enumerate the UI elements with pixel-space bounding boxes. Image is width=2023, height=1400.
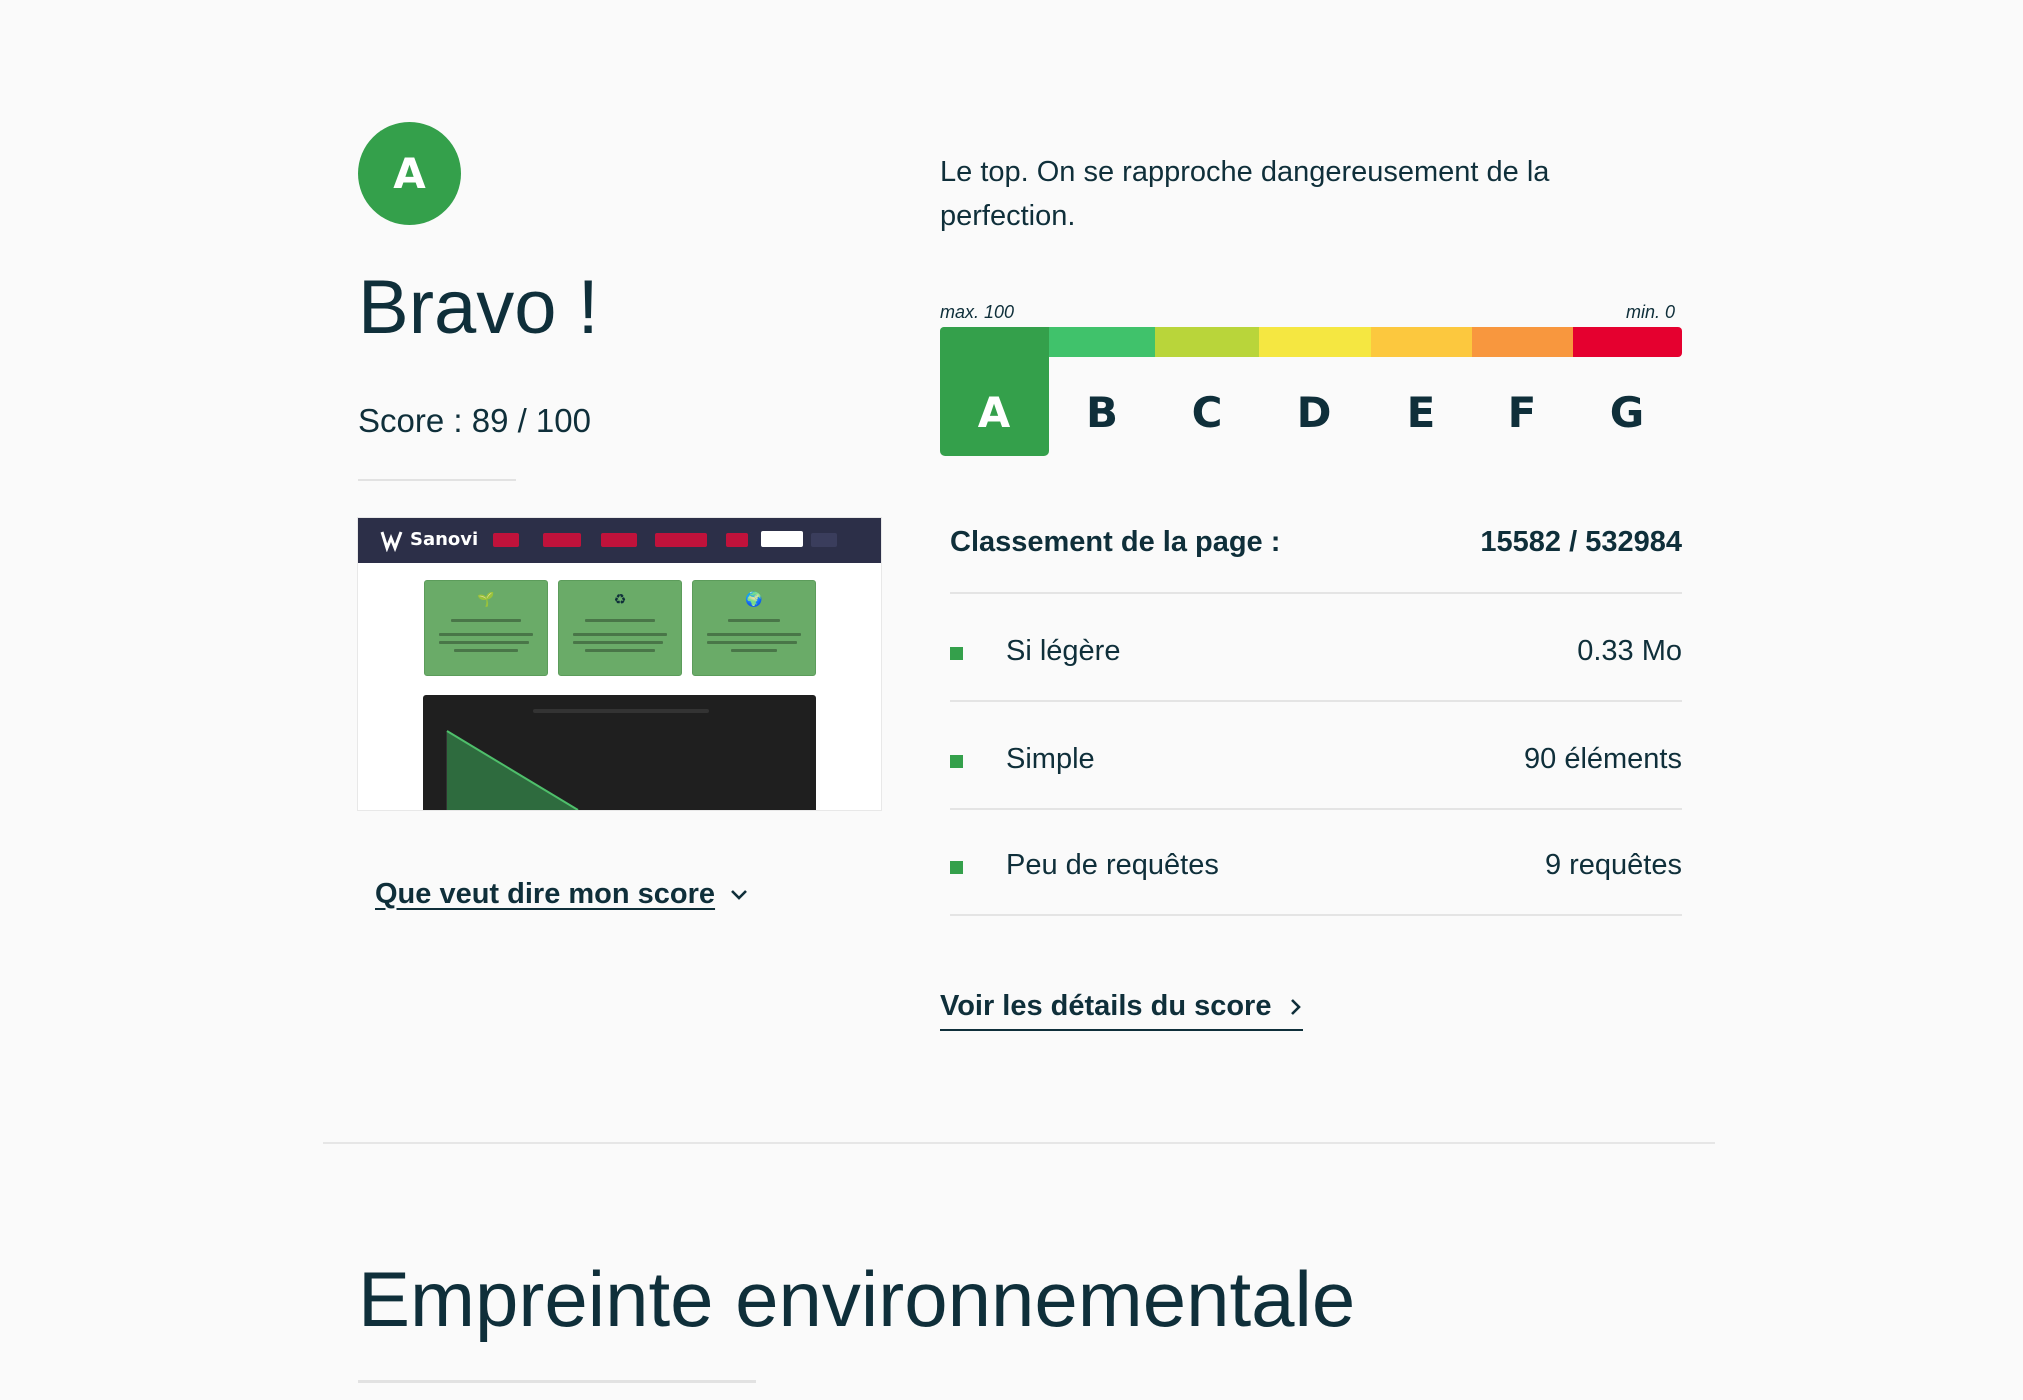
metric-value: 0.33 Mo — [1577, 635, 1682, 667]
scale-segment-g — [1573, 327, 1682, 357]
recycle-icon: ♻ — [613, 591, 627, 607]
ranking-label: Classement de la page : — [950, 526, 1281, 558]
metric-row-elements: Simple 90 éléments — [950, 702, 1682, 810]
section-divider — [323, 1142, 1715, 1144]
divider — [358, 479, 516, 481]
thumbnail-card: 🌱 — [424, 580, 548, 676]
metric-label: Si légère — [1006, 635, 1121, 667]
grade-tagline: Le top. On se rapproche dangereusement d… — [940, 156, 1550, 232]
thumbnail-nav-item — [601, 533, 637, 547]
page-ranking-row: Classement de la page : 15582 / 532984 — [950, 526, 1682, 594]
grade-label-e: E — [1406, 388, 1436, 437]
grade-label-c: C — [1191, 388, 1223, 437]
ranking-value: 15582 / 532984 — [1480, 526, 1682, 558]
score-details-label: Voir les détails du score — [940, 990, 1272, 1022]
scale-segment-b — [1049, 327, 1155, 357]
thumbnail-nav-item — [655, 533, 707, 547]
thumbnail-nav-item — [493, 533, 519, 547]
grade-scale-bar — [940, 327, 1682, 357]
plant-icon: 🌱 — [477, 591, 495, 607]
square-bullet-icon — [950, 861, 963, 874]
scale-segment-f — [1472, 327, 1573, 357]
grade-badge-letter: A — [393, 149, 426, 198]
square-bullet-icon — [950, 647, 963, 660]
grade-label-d: D — [1296, 388, 1332, 437]
grade-label-a: A — [977, 388, 1011, 437]
scale-segment-c — [1155, 327, 1259, 357]
grade-label-b: B — [1085, 388, 1118, 437]
square-bullet-icon — [950, 755, 963, 768]
score-details-link[interactable]: Voir les détails du score — [940, 990, 1304, 1031]
site-logo-icon — [380, 531, 403, 552]
thumbnail-card: ♻ — [558, 580, 682, 676]
thumbnail-navbar: Sanovi — [358, 518, 881, 563]
score-explanation-label: Que veut dire mon score — [375, 878, 716, 910]
metric-label: Peu de requêtes — [1006, 849, 1219, 881]
grade-label-f: F — [1507, 388, 1537, 437]
section-title: Empreinte environnementale — [358, 1255, 1356, 1343]
thumbnail-nav-item — [543, 533, 581, 547]
chevron-right-icon — [1291, 998, 1302, 1015]
thumbnail-chart — [423, 695, 816, 810]
thumbnail-search — [761, 531, 803, 547]
scale-max-label: max. 100 — [940, 302, 1015, 322]
grade-badge: A — [358, 122, 461, 225]
chevron-down-icon — [731, 889, 747, 900]
score-text: Score : 89 / 100 — [358, 402, 591, 439]
thumbnail-site-name: Sanovi — [410, 529, 479, 550]
grade-label-g: G — [1609, 388, 1645, 437]
scale-segment-e — [1371, 327, 1472, 357]
metric-value: 9 requêtes — [1544, 849, 1682, 881]
section-title-underline — [358, 1380, 756, 1383]
scale-segment-d — [1259, 327, 1371, 357]
metric-value: 90 éléments — [1524, 743, 1682, 775]
metric-row-weight: Si légère 0.33 Mo — [950, 594, 1682, 702]
thumbnail-nav-item — [726, 533, 748, 547]
result-headline: Bravo ! — [358, 265, 599, 350]
page-screenshot-thumbnail: Sanovi 🌱 ♻ 🌍 — [358, 518, 881, 810]
metric-row-requests: Peu de requêtes 9 requêtes — [950, 808, 1682, 916]
globe-icon: 🌍 — [745, 591, 763, 607]
thumbnail-nav-item — [811, 533, 837, 547]
scale-min-label: min. 0 — [1626, 302, 1676, 322]
score-explanation-link[interactable]: Que veut dire mon score — [375, 878, 749, 911]
thumbnail-card: 🌍 — [692, 580, 816, 676]
metric-label: Simple — [1006, 743, 1095, 775]
thumbnail-chart-graphic — [446, 730, 579, 810]
